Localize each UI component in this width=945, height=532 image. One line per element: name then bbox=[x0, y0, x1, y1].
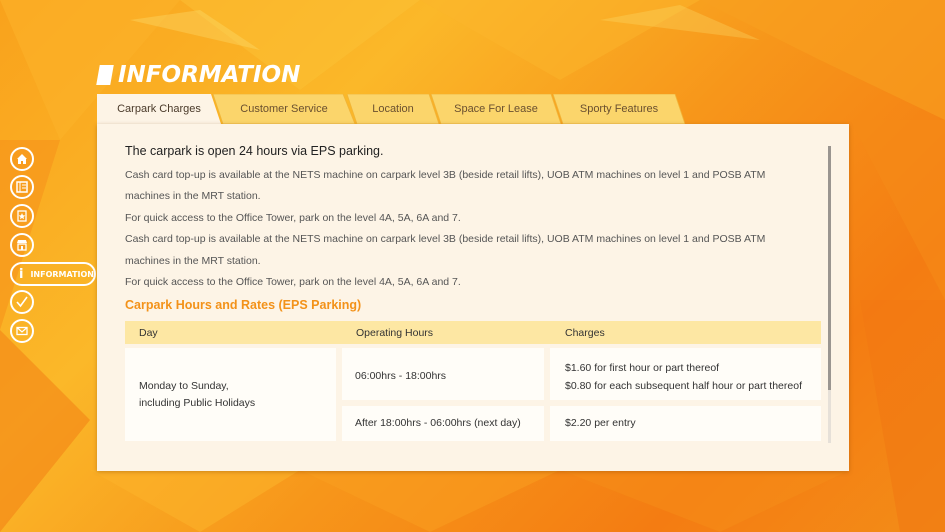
directory-icon bbox=[16, 181, 28, 193]
charge-line-1: $1.60 for first hour or part thereof bbox=[565, 362, 720, 374]
nav-information-label: INFORMATION bbox=[30, 269, 94, 279]
nav-mail-button[interactable] bbox=[10, 319, 34, 343]
nav-store-button[interactable] bbox=[10, 233, 34, 257]
tab-space-for-lease[interactable]: Space For Lease bbox=[431, 94, 561, 124]
carpark-headline: The carpark is open 24 hours via EPS par… bbox=[125, 144, 384, 158]
charge-line-1: $2.20 per entry bbox=[565, 417, 636, 429]
tab-customer-service[interactable]: Customer Service bbox=[213, 94, 355, 124]
hours-text: After 18:00hrs - 06:00hrs (next day) bbox=[355, 417, 521, 429]
rates-table-header: Day Operating Hours Charges bbox=[125, 321, 821, 344]
info-icon: i bbox=[18, 266, 24, 282]
page-title: INFORMATION bbox=[96, 62, 301, 88]
table-cell-day: Monday to Sunday, including Public Holid… bbox=[125, 348, 336, 441]
home-icon bbox=[17, 154, 27, 164]
day-line-1: Monday to Sunday, bbox=[139, 380, 229, 392]
star-icon bbox=[17, 210, 27, 222]
content-panel: The carpark is open 24 hours via EPS par… bbox=[97, 124, 849, 471]
section-title: Carpark Hours and Rates (EPS Parking) bbox=[125, 298, 362, 313]
paragraph-line: Cash card top-up is available at the NET… bbox=[125, 233, 766, 246]
table-cell-charges: $1.60 for first hour or part thereof $0.… bbox=[550, 348, 821, 400]
tab-label: Sporty Features bbox=[579, 103, 659, 115]
tab-sporty-features[interactable]: Sporty Features bbox=[553, 94, 685, 124]
tab-location[interactable]: Location bbox=[347, 94, 439, 124]
table-cell-hours: 06:00hrs - 18:00hrs bbox=[342, 348, 544, 400]
paragraph-line: machines in the MRT station. bbox=[125, 190, 261, 203]
scrollbar-thumb[interactable] bbox=[828, 146, 831, 390]
nav-featured-button[interactable] bbox=[10, 204, 34, 228]
tab-label: Carpark Charges bbox=[117, 103, 201, 115]
table-cell-charges: $2.20 per entry bbox=[550, 406, 821, 441]
day-line-2: including Public Holidays bbox=[139, 397, 256, 409]
hours-text: 06:00hrs - 18:00hrs bbox=[355, 370, 447, 382]
nav-home-button[interactable] bbox=[10, 147, 34, 171]
tab-label: Location bbox=[372, 103, 414, 115]
nav-information-button[interactable]: i INFORMATION bbox=[10, 262, 96, 286]
content-body: The carpark is open 24 hours via EPS par… bbox=[125, 144, 821, 312]
nav-check-button[interactable] bbox=[10, 290, 34, 314]
page-title-text: INFORMATION bbox=[118, 62, 301, 88]
paragraph-line: For quick access to the Office Tower, pa… bbox=[125, 211, 461, 224]
column-header-charges: Charges bbox=[565, 327, 605, 339]
title-bar-decoration bbox=[96, 65, 114, 85]
store-icon bbox=[17, 240, 27, 251]
column-header-day: Day bbox=[139, 327, 158, 339]
paragraph-line: Cash card top-up is available at the NET… bbox=[125, 169, 766, 181]
charge-line-2: $0.80 for each subsequent half hour or p… bbox=[565, 380, 802, 392]
tab-label: Customer Service bbox=[240, 103, 328, 115]
mail-icon bbox=[16, 326, 28, 336]
nav-directory-button[interactable] bbox=[10, 175, 34, 199]
paragraph-line: For quick access to the Office Tower, pa… bbox=[125, 276, 461, 289]
check-icon bbox=[16, 296, 28, 308]
tab-label: Space For Lease bbox=[454, 103, 538, 115]
paragraph-line: machines in the MRT station. bbox=[125, 254, 261, 267]
table-cell-hours: After 18:00hrs - 06:00hrs (next day) bbox=[342, 406, 544, 441]
tab-carpark-charges[interactable]: Carpark Charges bbox=[97, 94, 221, 124]
column-header-operating-hours: Operating Hours bbox=[356, 327, 434, 339]
